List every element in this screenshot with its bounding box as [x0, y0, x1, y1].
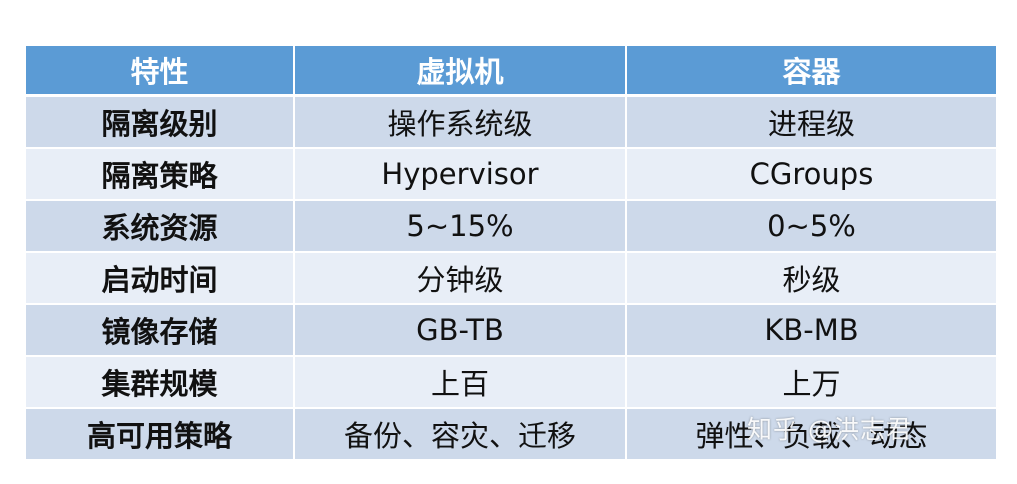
table-row: 系统资源 5~15% 0~5% [26, 200, 996, 253]
row-feature-cell: 隔离级别 [26, 95, 295, 149]
row-vm-cell: 备份、容灾、迁移 [294, 408, 627, 461]
header-feature: 特性 [26, 46, 295, 97]
row-vm-cell: 5~15% [294, 200, 627, 253]
table-row: 启动时间 分钟级 秒级 [26, 252, 996, 305]
comparison-table: 特性 虚拟机 容器 隔离级别 操作系统级 进程级 隔离策略 Hypervisor… [26, 46, 996, 461]
zhihu-watermark: 知乎 @洪志君 [747, 415, 912, 444]
row-vm-cell: Hypervisor [294, 148, 627, 201]
row-feature-cell: 启动时间 [26, 252, 295, 305]
table-row: 集群规模 上百 上万 [26, 356, 996, 409]
table-row: 镜像存储 GB-TB KB-MB [26, 304, 996, 357]
table-row: 隔离级别 操作系统级 进程级 [26, 95, 996, 149]
row-vm-cell: GB-TB [294, 304, 627, 357]
row-container-cell: 进程级 [626, 95, 996, 149]
row-container-cell: CGroups [626, 148, 996, 201]
row-container-cell: 秒级 [626, 252, 996, 305]
header-row: 特性 虚拟机 容器 [26, 46, 996, 97]
row-feature-cell: 系统资源 [26, 200, 295, 253]
row-vm-cell: 操作系统级 [294, 95, 627, 149]
row-feature-cell: 集群规模 [26, 356, 295, 409]
header-vm: 虚拟机 [294, 46, 627, 97]
row-container-cell: KB-MB [626, 304, 996, 357]
row-vm-cell: 分钟级 [294, 252, 627, 305]
header-container: 容器 [626, 46, 996, 97]
row-vm-cell: 上百 [294, 356, 627, 409]
page: 特性 虚拟机 容器 隔离级别 操作系统级 进程级 隔离策略 Hypervisor… [0, 0, 1017, 484]
row-feature-cell: 隔离策略 [26, 148, 295, 201]
row-feature-cell: 镜像存储 [26, 304, 295, 357]
table-row: 隔离策略 Hypervisor CGroups [26, 148, 996, 201]
row-container-cell: 上万 [626, 356, 996, 409]
row-container-cell: 0~5% [626, 200, 996, 253]
row-feature-cell: 高可用策略 [26, 408, 295, 461]
